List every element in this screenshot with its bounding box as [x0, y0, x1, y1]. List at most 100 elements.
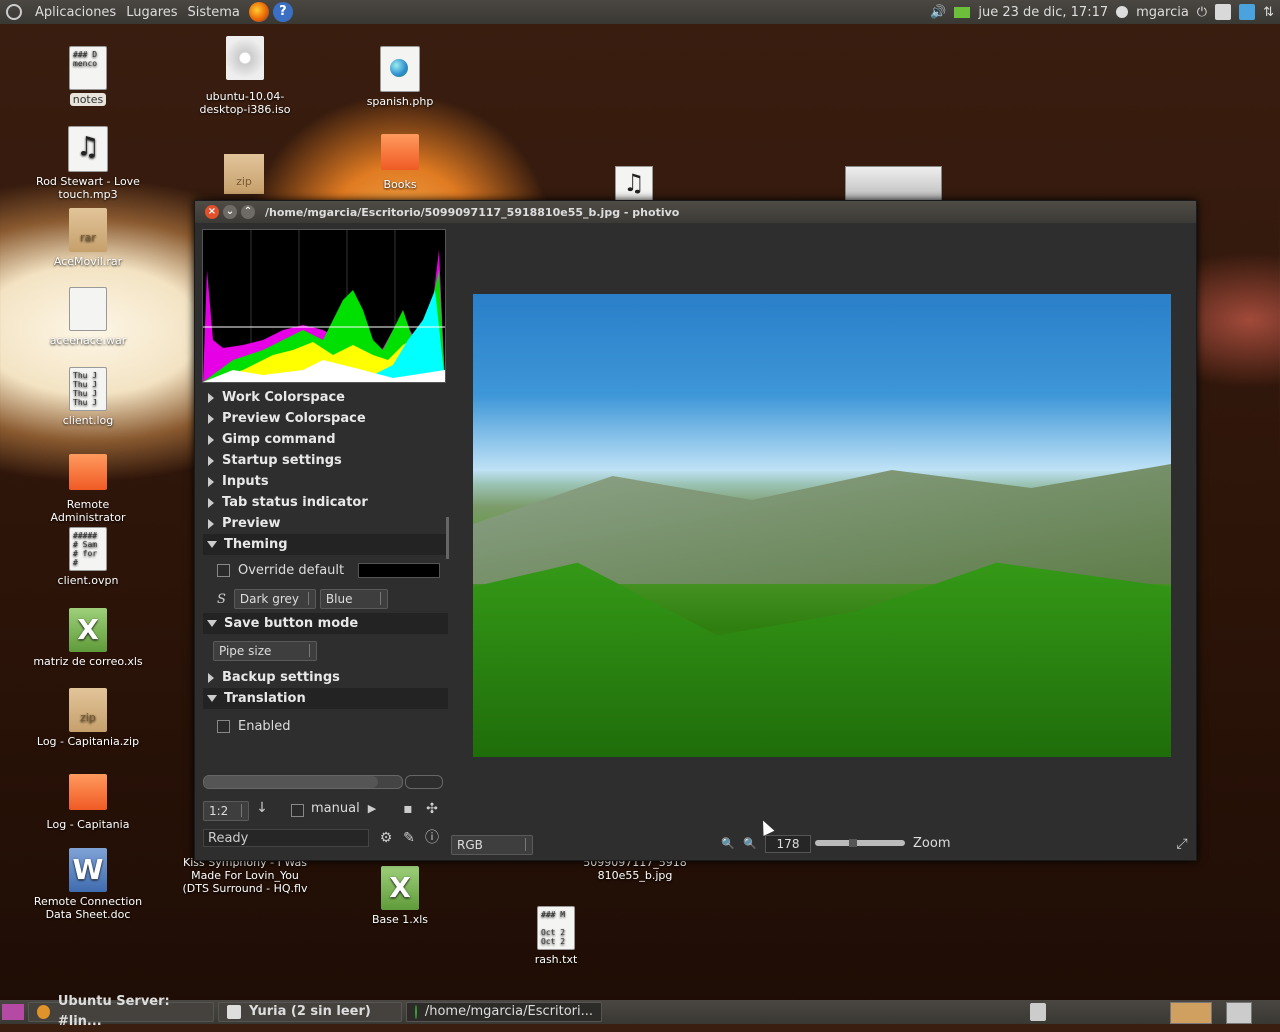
desktop-icon-rar[interactable]: rar AceMovil.rar — [33, 208, 143, 268]
task-photivo[interactable]: /home/mgarcia/Escritori... — [406, 1002, 602, 1022]
gear-icon[interactable]: ⚙ — [379, 831, 393, 845]
highlight-select[interactable]: Blue — [319, 589, 388, 609]
notes-applet-icon[interactable] — [1215, 4, 1232, 20]
zoom-in-icon[interactable]: 🔍 — [743, 837, 757, 851]
help-icon[interactable]: ? — [272, 2, 293, 22]
workspace-switcher-1[interactable] — [1170, 1002, 1212, 1024]
section-label: Startup settings — [222, 453, 342, 468]
desktop-icon-matriz-xls[interactable]: X matriz de correo.xls — [33, 608, 143, 668]
desktop-icon-log-folder[interactable]: Log - Capitania — [33, 774, 143, 831]
folder-icon — [381, 134, 419, 170]
pipe-size-select[interactable]: 1:2 — [203, 801, 249, 821]
desktop-icon-client-log[interactable]: Thu J Thu J Thu J Thu J client.log — [33, 367, 143, 427]
archive-icon[interactable]: zip — [224, 154, 264, 194]
desktop-icon-log-zip[interactable]: zip Log - Capitania.zip — [33, 688, 143, 748]
arrow-down-icon[interactable]: ↓ — [255, 801, 269, 815]
section-theming[interactable]: Theming — [203, 534, 448, 555]
image-thumbnail-icon[interactable] — [845, 166, 942, 202]
window-titlebar[interactable]: × ⌄ ⌃ /home/mgarcia/Escritorio/509909711… — [195, 201, 1196, 223]
theme-select[interactable]: Dark grey — [233, 589, 316, 609]
image-preview[interactable] — [473, 294, 1171, 757]
menu-sistema[interactable]: Sistema — [183, 5, 245, 20]
desktop-icon-notes[interactable]: ### D menco notes — [33, 46, 143, 106]
desktop-icon-rash[interactable]: ### M Oct 2 Oct 2 rash.txt — [501, 906, 611, 966]
task-label: Yuria (2 sin leer) — [249, 1004, 371, 1019]
desktop-icon-mp3[interactable]: ♫ Rod Stewart - Love touch.mp3 — [33, 126, 143, 201]
desktop-icon-books[interactable]: Books — [345, 134, 455, 191]
override-color-swatch[interactable] — [358, 562, 441, 578]
progress-bar — [203, 775, 403, 789]
trash-icon[interactable] — [1030, 1003, 1046, 1021]
save-mode-select[interactable]: Pipe size — [213, 640, 317, 661]
save-icon[interactable]: ▪ — [401, 802, 415, 816]
section-preview-colorspace[interactable]: Preview Colorspace — [203, 408, 448, 429]
desktop-icon-base-xls[interactable]: X Base 1.xls — [345, 866, 455, 926]
info-icon[interactable]: ⓘ — [425, 831, 439, 845]
desktop-icon-flv[interactable]: Kiss Symphony - I Was Made For Lovin_You… — [180, 856, 310, 895]
desktop-icon-ovpn[interactable]: ##### # Sam # for # client.ovpn — [33, 527, 143, 587]
section-inputs[interactable]: Inputs — [203, 471, 448, 492]
ubuntu-logo-icon[interactable] — [6, 4, 22, 20]
desktop-icon-label: rash.txt — [534, 953, 578, 966]
section-save-button-mode[interactable]: Save button mode — [203, 613, 448, 634]
user-menu[interactable]: mgarcia — [1136, 5, 1189, 20]
color-mode-select[interactable]: RGB — [451, 835, 533, 855]
desktop-icon-doc[interactable]: W Remote Connection Data Sheet.doc — [33, 848, 143, 921]
section-tab-status-indicator[interactable]: Tab status indicator — [203, 492, 448, 513]
mail-icon[interactable] — [954, 6, 971, 18]
spreadsheet-icon: X — [69, 608, 107, 652]
expand-arrow-icon — [208, 497, 214, 508]
section-label: Save button mode — [224, 616, 359, 631]
desktop-icon-remote-admin[interactable]: Remote Administrator — [33, 454, 143, 524]
zoom-slider-knob[interactable] — [849, 839, 858, 847]
section-label: Preview — [222, 516, 281, 531]
manual-checkbox[interactable] — [291, 804, 304, 817]
dropbox-icon[interactable] — [1239, 4, 1256, 20]
zoom-slider[interactable] — [815, 839, 905, 847]
network-icon[interactable]: ⇅ — [1263, 5, 1274, 20]
wrench-icon[interactable]: ✎ — [402, 831, 416, 845]
firefox-icon[interactable] — [248, 2, 269, 22]
clock[interactable]: jue 23 de dic, 17:17 — [978, 5, 1108, 20]
power-icon[interactable]: ⏻ — [1197, 5, 1207, 20]
desktop-icon-iso[interactable]: ubuntu-10.04-desktop-i386.iso — [190, 36, 300, 116]
override-default-checkbox[interactable] — [217, 563, 230, 577]
folder-icon — [69, 774, 107, 810]
zoom-value-input[interactable]: 178 — [765, 835, 811, 853]
section-translation[interactable]: Translation — [203, 688, 448, 709]
archive-icon: zip — [69, 688, 107, 732]
section-gimp-command[interactable]: Gimp command — [203, 429, 448, 450]
section-startup-settings[interactable]: Startup settings — [203, 450, 448, 471]
section-backup-settings[interactable]: Backup settings — [203, 667, 448, 688]
workspace-switcher-2[interactable] — [1226, 1002, 1252, 1024]
section-label: Theming — [224, 537, 288, 552]
volume-icon[interactable]: 🔊 — [930, 5, 946, 20]
text-file-icon — [69, 287, 107, 331]
desktop-icon-label: Remote Connection Data Sheet.doc — [33, 895, 143, 921]
expand-arrow-icon — [208, 413, 214, 424]
close-icon[interactable]: × — [205, 205, 219, 219]
play-icon[interactable]: ▶ — [365, 802, 379, 816]
section-preview[interactable]: Preview — [203, 513, 448, 534]
settings-scrollbar[interactable] — [446, 517, 449, 559]
menu-aplicaciones[interactable]: Aplicaciones — [30, 5, 121, 20]
window-title: /home/mgarcia/Escritorio/5099097117_5918… — [265, 205, 680, 219]
menu-lugares[interactable]: Lugares — [121, 5, 182, 20]
zoom-out-icon[interactable]: 🔍 — [721, 837, 735, 851]
task-ubuntu-server[interactable]: Ubuntu Server: #lin... — [28, 994, 214, 1029]
minimize-icon[interactable]: ⌄ — [223, 205, 237, 219]
desktop-icon-label: matriz de correo.xls — [33, 655, 143, 668]
music-file-icon[interactable]: ♫ — [615, 166, 653, 202]
section-work-colorspace[interactable]: Work Colorspace — [203, 387, 448, 408]
translation-enabled-checkbox[interactable] — [217, 719, 230, 733]
task-yuria[interactable]: Yuria (2 sin leer) — [218, 1002, 402, 1022]
maximize-icon[interactable]: ⌃ — [241, 205, 255, 219]
expand-icon[interactable]: ⤢ — [1175, 837, 1189, 851]
desktop-icon-label: Remote Administrator — [50, 498, 126, 524]
user-icon — [1116, 6, 1129, 18]
show-desktop-icon[interactable] — [2, 1004, 24, 1020]
desktop-icon-php[interactable]: spanish.php — [345, 46, 455, 108]
desktop-icon-war[interactable]: aceenace.war — [33, 287, 143, 347]
desktop-icon-label: client.log — [62, 414, 114, 427]
fullscreen-toggle-icon[interactable]: ✣ — [425, 802, 439, 816]
